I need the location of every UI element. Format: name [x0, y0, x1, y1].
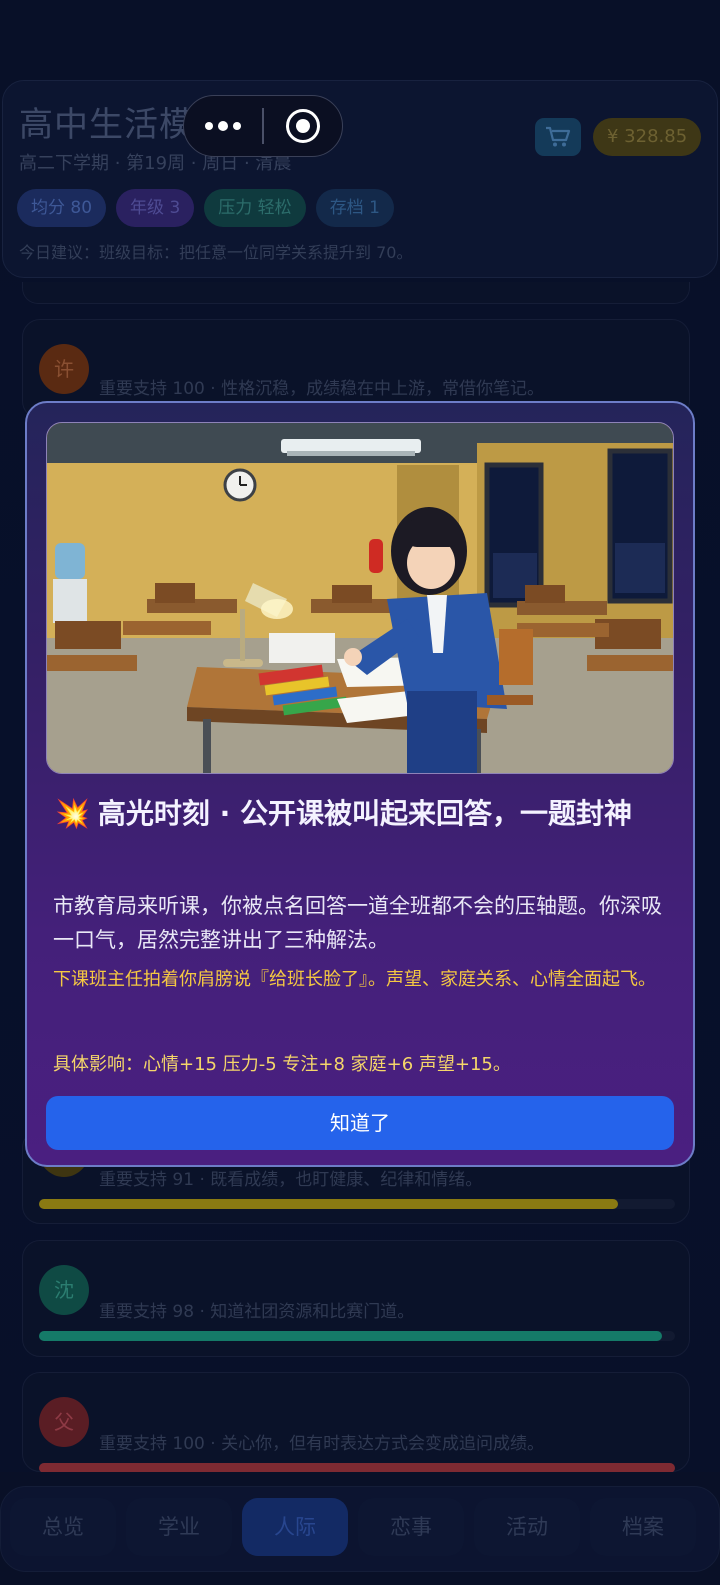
- chip-save[interactable]: 存档 1: [315, 189, 394, 227]
- status-chips: 均分 80 年级 3 压力 轻松 存档 1: [17, 189, 394, 227]
- relation-card[interactable]: 沈 重要支持 98 · 知道社团资源和比赛门道。: [22, 1240, 690, 1357]
- event-title: 💥 高光时刻 · 公开课被叫起来回答，一题封神: [55, 791, 665, 837]
- relation-desc: 重要支持 100 · 关心你，但有时表达方式会变成追问成绩。: [99, 1434, 545, 1454]
- tab-romance[interactable]: 恋事: [358, 1498, 464, 1556]
- tab-social[interactable]: 人际: [242, 1498, 348, 1556]
- bottom-nav: 总览 学业 人际 恋事 活动 档案: [0, 1472, 720, 1585]
- classroom-scene-image: [47, 423, 673, 773]
- relation-desc: 重要支持 100 · 性格沉稳，成绩稳在中上游，常借你笔记。: [99, 379, 545, 399]
- money-balance[interactable]: ¥ 328.85: [593, 118, 702, 156]
- relation-bar-fill: [39, 1199, 618, 1209]
- acknowledge-button[interactable]: 知道了: [46, 1096, 674, 1150]
- card-stub: [22, 282, 690, 304]
- event-illustration: [46, 422, 674, 774]
- tab-records[interactable]: 档案: [590, 1498, 696, 1556]
- shop-cart-button[interactable]: [535, 118, 581, 156]
- avatar: 许: [39, 344, 89, 394]
- relation-bar: [39, 1199, 675, 1209]
- cart-icon: [546, 126, 571, 147]
- event-impact: 具体影响：心情+15 压力-5 专注+8 家庭+6 声望+15。: [53, 1054, 511, 1075]
- app-page: 高中生活模拟器 高二下学期 · 第19周 · 周日 · 清晨 均分 80 年级 …: [0, 0, 720, 1585]
- chip-stress[interactable]: 压力 轻松: [204, 189, 306, 227]
- relation-card[interactable]: 父 重要支持 100 · 关心你，但有时表达方式会变成追问成绩。: [22, 1372, 690, 1473]
- close-target-icon[interactable]: [264, 109, 343, 143]
- nav-tabs: 总览 学业 人际 恋事 活动 档案: [10, 1498, 696, 1556]
- miniprogram-capsule: [183, 95, 343, 157]
- relation-bar: [39, 1331, 675, 1341]
- event-description: 市教育局来听课，你被点名回答一道全班都不会的压轴题。你深吸一口气，居然完整讲出了…: [53, 894, 662, 952]
- tab-academics[interactable]: 学业: [126, 1498, 232, 1556]
- avatar: 沈: [39, 1265, 89, 1315]
- event-modal: 💥 高光时刻 · 公开课被叫起来回答，一题封神 市教育局来听课，你被点名回答一道全…: [25, 401, 695, 1167]
- daily-advice: 今日建议：班级目标：把任意一位同学关系提升到 70。: [19, 243, 413, 262]
- event-note: 下课班主任拍着你肩膀说『给班长脸了』。声望、家庭关系、心情全面起飞。: [53, 969, 656, 990]
- chip-grade[interactable]: 年级 3: [116, 189, 195, 227]
- event-title-text: 高光时刻 · 公开课被叫起来回答，一题封神: [97, 797, 633, 830]
- avatar: 父: [39, 1397, 89, 1447]
- header-card: 高中生活模拟器 高二下学期 · 第19周 · 周日 · 清晨 均分 80 年级 …: [2, 80, 718, 278]
- relation-desc: 重要支持 91 · 既看成绩，也盯健康、纪律和情绪。: [99, 1170, 483, 1190]
- tab-activities[interactable]: 活动: [474, 1498, 580, 1556]
- more-dots-icon[interactable]: [184, 96, 262, 156]
- relation-desc: 重要支持 98 · 知道社团资源和比赛门道。: [99, 1302, 415, 1322]
- chip-average[interactable]: 均分 80: [17, 189, 107, 227]
- burst-icon: 💥: [55, 797, 90, 830]
- relation-bar-fill: [39, 1331, 663, 1341]
- tab-overview[interactable]: 总览: [10, 1498, 116, 1556]
